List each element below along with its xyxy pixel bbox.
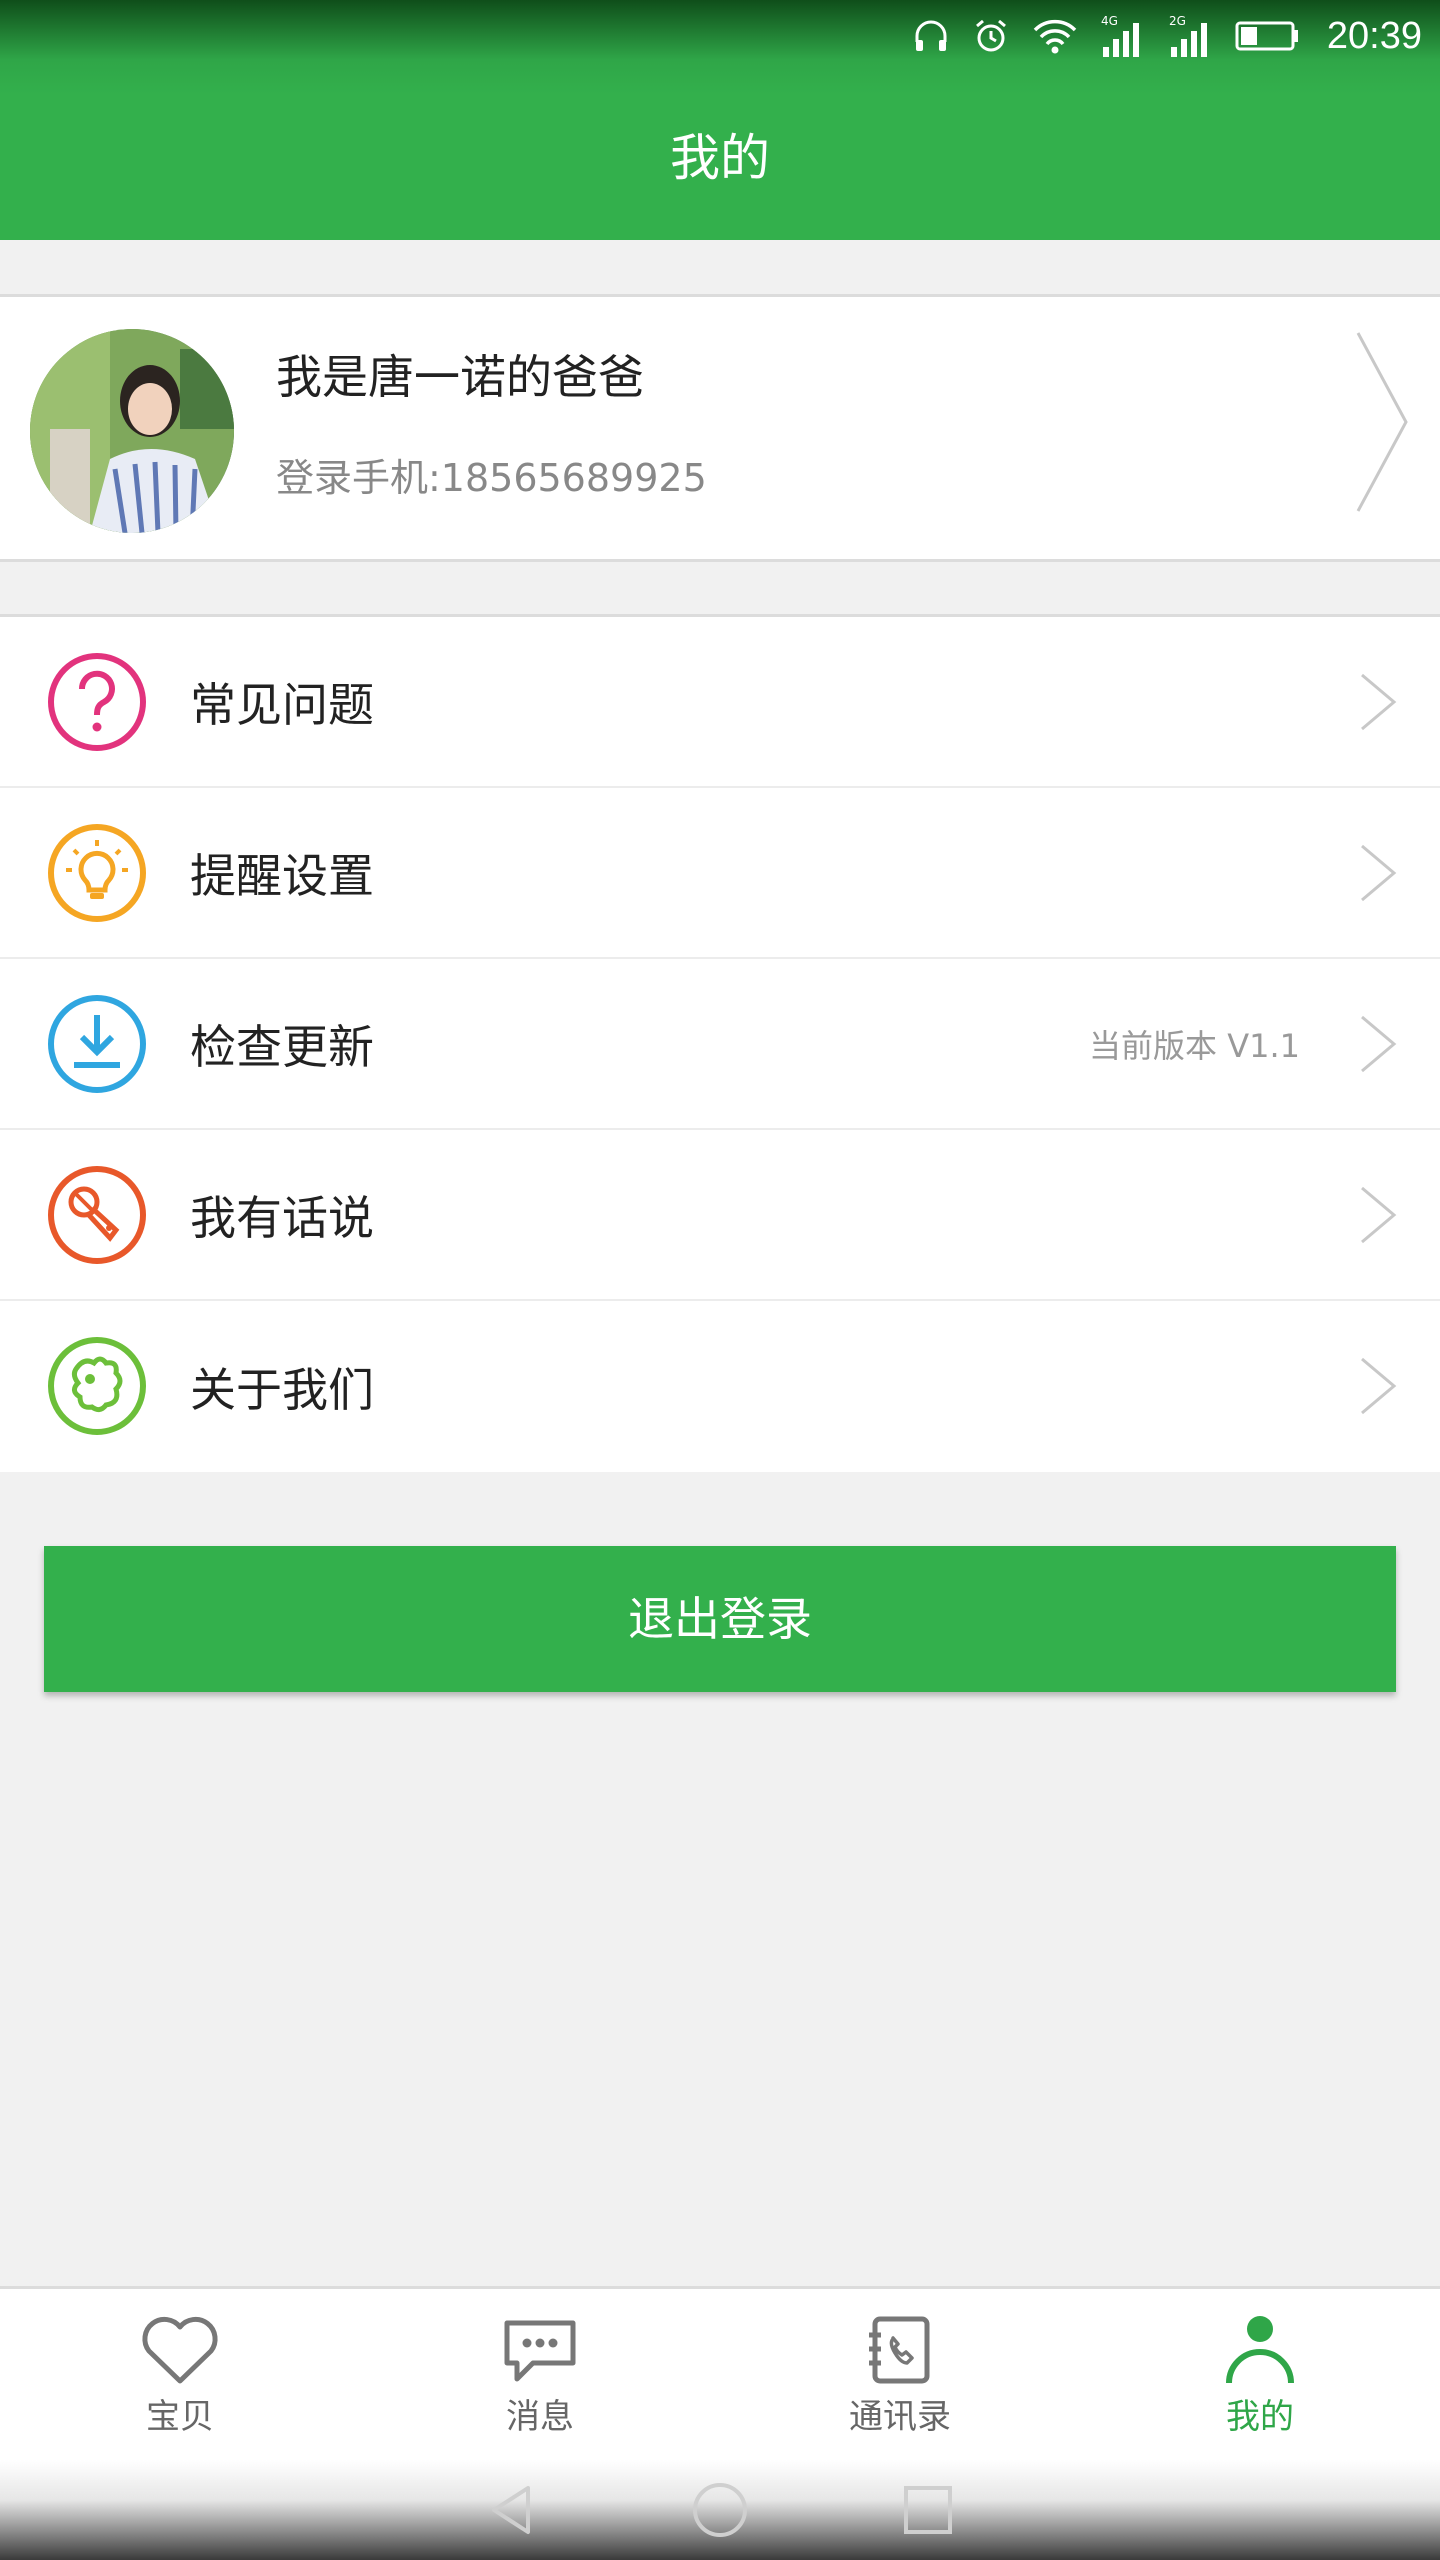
- alarm-icon: [975, 19, 1006, 52]
- person-icon: [1226, 2316, 1294, 2384]
- app-header: 4G 2G 20:39 我的: [0, 0, 1440, 240]
- logout-button[interactable]: 退出登录: [44, 1546, 1396, 1692]
- menu-item-faq[interactable]: 常见问题: [0, 617, 1440, 788]
- headphones-icon: [915, 20, 947, 51]
- current-version-label: 当前版本 V1.1: [1089, 1026, 1300, 1065]
- microphone-icon: [48, 1166, 146, 1264]
- chevron-right-icon: [1361, 844, 1397, 902]
- status-bar: 4G 2G 20:39: [911, 0, 1422, 72]
- heart-icon: [142, 2316, 218, 2384]
- back-icon[interactable]: [484, 2482, 540, 2538]
- chevron-right-icon: [1361, 1186, 1397, 1244]
- chat-bubble-icon: [504, 2320, 576, 2382]
- tab-label: 消息: [506, 2397, 574, 2437]
- recent-apps-icon[interactable]: [900, 2482, 956, 2538]
- signal-2g-label: 2G: [1169, 14, 1186, 28]
- menu-item-label: 关于我们: [190, 1362, 374, 1417]
- chevron-right-icon: [1361, 1357, 1397, 1415]
- tab-label: 通讯录: [849, 2397, 951, 2437]
- signal-4g-icon: 4G: [1101, 14, 1139, 57]
- system-navigation-bar: [0, 2460, 1440, 2560]
- contacts-book-icon: [869, 2316, 930, 2384]
- tab-label: 我的: [1226, 2397, 1294, 2437]
- status-time: 20:39: [1326, 14, 1422, 57]
- menu-item-label: 我有话说: [190, 1190, 374, 1245]
- home-icon[interactable]: [690, 2480, 750, 2540]
- battery-icon: [1235, 21, 1298, 51]
- chevron-right-icon: [1361, 1015, 1397, 1073]
- menu-item-feedback[interactable]: 我有话说: [0, 1130, 1440, 1301]
- app-screen: 4G 2G 20:39 我的 我是唐一诺的爸爸 登录手机:18565689925…: [0, 0, 1440, 2560]
- bottom-tab-bar: 宝贝 消息 通讯录 我的: [0, 2286, 1440, 2460]
- page-title: 我的: [670, 129, 770, 187]
- tab-contacts[interactable]: 通讯录: [720, 2289, 1080, 2460]
- chevron-right-icon[interactable]: [1352, 327, 1412, 517]
- profile-name: 我是唐一诺的爸爸: [276, 350, 644, 404]
- profile-phone: 登录手机:18565689925: [276, 456, 707, 500]
- avatar-photo: [30, 329, 234, 533]
- settings-menu: 常见问题 提醒设置 检查更新 当前版本 V1.1 我有话说 关于我们: [0, 614, 1440, 1472]
- chevron-right-icon: [1361, 673, 1397, 731]
- download-icon: [48, 995, 146, 1093]
- wifi-icon: [1033, 19, 1077, 54]
- lightbulb-icon: [48, 824, 146, 922]
- puzzle-icon: [48, 1337, 146, 1435]
- menu-item-label: 提醒设置: [190, 848, 374, 903]
- tab-mine[interactable]: 我的: [1080, 2289, 1440, 2460]
- signal-4g-label: 4G: [1101, 14, 1118, 28]
- profile-card[interactable]: 我是唐一诺的爸爸 登录手机:18565689925: [0, 294, 1440, 562]
- signal-2g-icon: 2G: [1169, 14, 1207, 57]
- avatar[interactable]: [30, 329, 234, 533]
- tab-messages[interactable]: 消息: [360, 2289, 720, 2460]
- menu-item-label: 检查更新: [190, 1019, 374, 1074]
- menu-item-reminder-settings[interactable]: 提醒设置: [0, 788, 1440, 959]
- tab-baby[interactable]: 宝贝: [0, 2289, 360, 2460]
- menu-item-check-update[interactable]: 检查更新 当前版本 V1.1: [0, 959, 1440, 1130]
- question-icon: [48, 653, 146, 751]
- menu-item-label: 常见问题: [190, 677, 374, 732]
- menu-item-about-us[interactable]: 关于我们: [0, 1301, 1440, 1472]
- tab-label: 宝贝: [146, 2397, 214, 2437]
